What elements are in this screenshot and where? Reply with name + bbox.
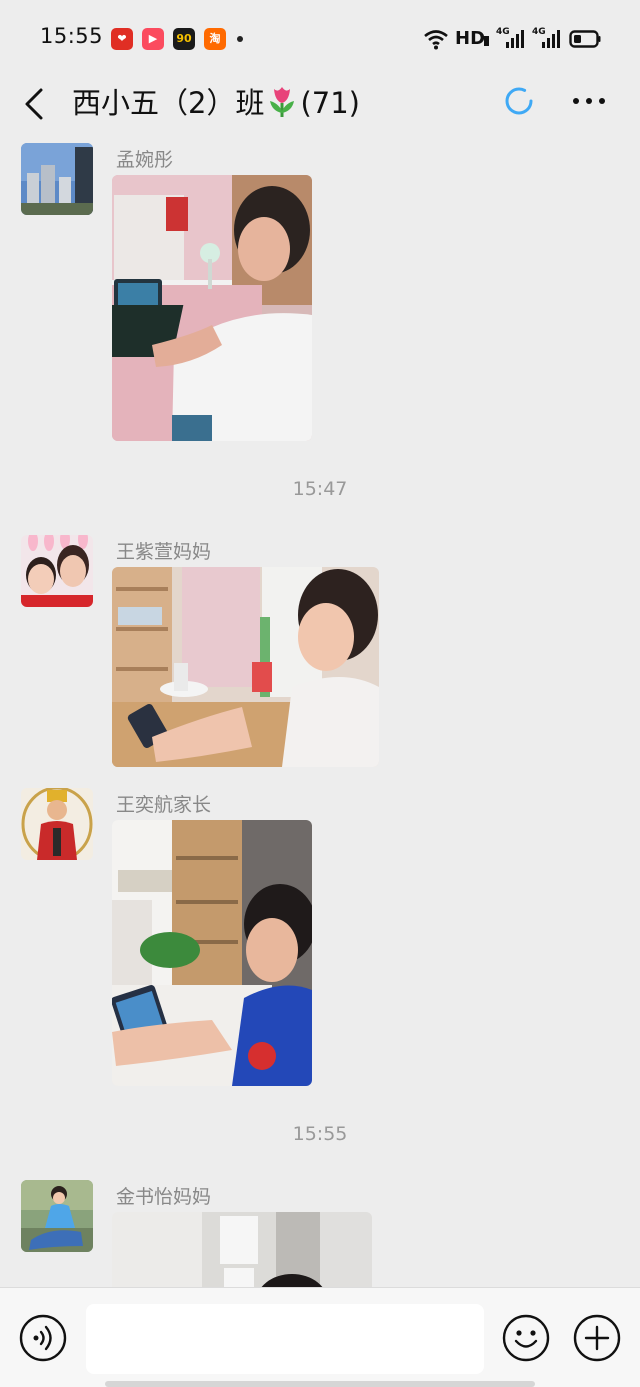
shopping-app-icon: 90	[173, 28, 195, 50]
member-count: (71)	[300, 86, 360, 120]
chat-photo[interactable]	[112, 567, 379, 767]
plus-icon[interactable]	[573, 1314, 621, 1362]
signal-2-icon	[542, 30, 560, 48]
chat-header: 西小五（2）班 (71)	[0, 78, 640, 142]
chat-photo[interactable]	[112, 175, 312, 441]
more-notifications-dot	[237, 36, 243, 42]
signal-1-icon	[506, 30, 524, 48]
input-bar	[0, 1287, 640, 1387]
chat-photo[interactable]	[112, 1212, 372, 1287]
hd-sub-icon	[484, 36, 489, 46]
tulip-emoji-icon	[270, 87, 295, 117]
pinduoduo-icon: ❤	[111, 28, 133, 50]
chat-title: 西小五（2）班 (71)	[72, 80, 360, 122]
avatar[interactable]	[21, 143, 93, 215]
timestamp: 15:47	[292, 478, 348, 500]
group-name: 西小五（2）班	[72, 86, 265, 120]
message-input[interactable]	[86, 1304, 484, 1374]
sender-name: 王紫萱妈妈	[116, 541, 212, 563]
wifi-icon	[424, 30, 448, 50]
status-time: 15:55	[40, 24, 104, 48]
timestamp: 15:55	[292, 1123, 348, 1145]
home-indicator[interactable]	[105, 1381, 535, 1387]
hd-indicator: HD	[455, 28, 486, 49]
video-app-icon: ▶	[142, 28, 164, 50]
avatar[interactable]	[21, 535, 93, 607]
voice-input-icon[interactable]	[19, 1314, 67, 1362]
chat-photo[interactable]	[112, 820, 312, 1086]
more-options-icon[interactable]	[570, 86, 608, 116]
message-item: 金书怡妈妈	[0, 1180, 640, 1287]
sender-name: 孟婉彤	[116, 149, 174, 171]
loading-icon	[505, 87, 533, 115]
taobao-icon: 淘	[204, 28, 226, 50]
back-arrow-icon[interactable]	[20, 84, 50, 124]
chat-screen: 15:55 ❤ ▶ 90 淘 HD 4G 4G 西小五（2）班 (71) 孟婉彤…	[0, 0, 640, 1387]
avatar[interactable]	[21, 788, 93, 860]
avatar[interactable]	[21, 1180, 93, 1252]
status-bar: 15:55 ❤ ▶ 90 淘 HD 4G 4G	[0, 0, 640, 78]
battery-icon	[569, 30, 601, 48]
sender-name: 金书怡妈妈	[116, 1186, 212, 1208]
emoji-icon[interactable]	[502, 1314, 550, 1362]
sender-name: 王奕航家长	[116, 794, 212, 816]
